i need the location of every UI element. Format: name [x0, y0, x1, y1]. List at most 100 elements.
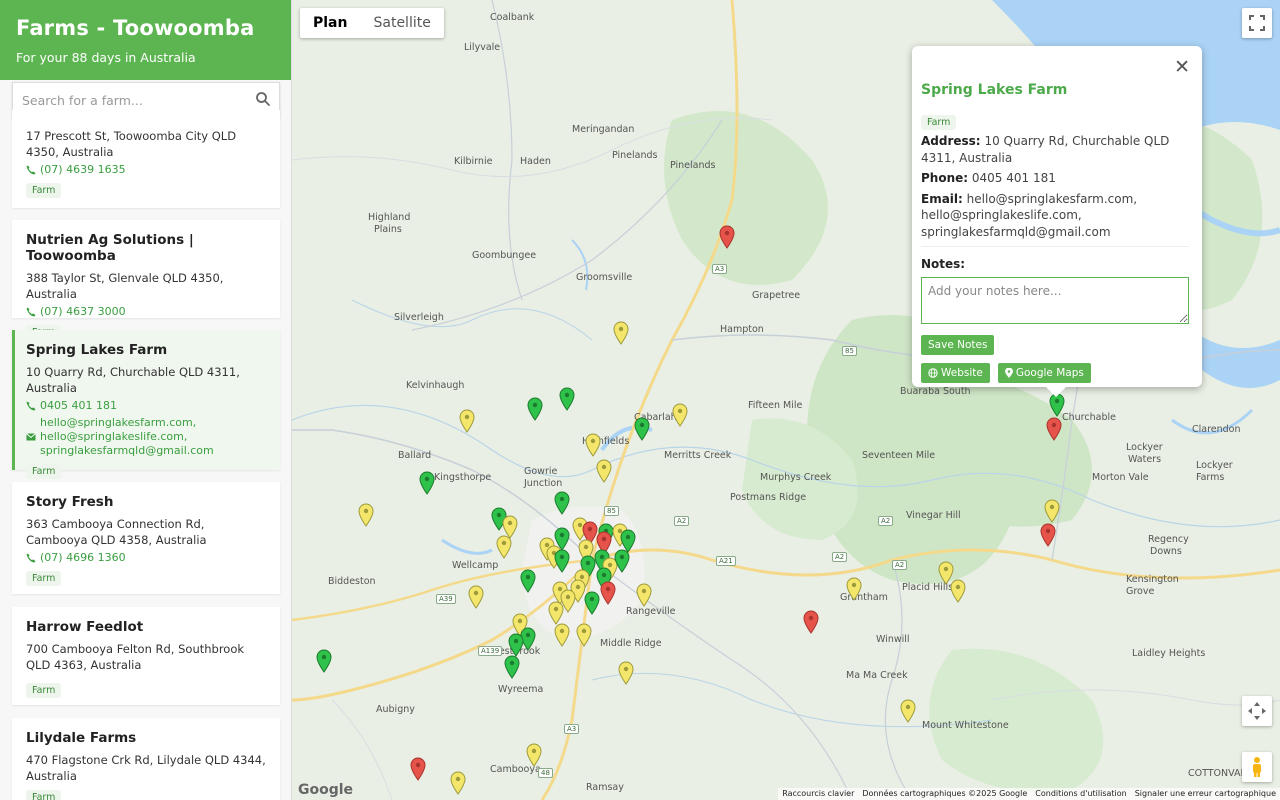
- phone-icon: [26, 553, 36, 563]
- farm-marker-yellow[interactable]: [358, 503, 374, 527]
- farm-card-selected[interactable]: Spring Lakes Farm 10 Quarry Rd, Churchab…: [12, 330, 280, 479]
- farm-address: 470 Flagstone Crk Rd, Lilydale QLD 4344,…: [26, 753, 266, 783]
- farm-name: Story Fresh: [26, 494, 114, 510]
- info-email-label: Email:: [921, 191, 963, 206]
- farm-card[interactable]: Nutrien Ag Solutions | Toowoomba 388 Tay…: [12, 220, 280, 340]
- farm-marker-yellow[interactable]: [672, 403, 688, 427]
- street-view-button[interactable]: [1242, 752, 1272, 782]
- sidebar-header: Farms - Toowoomba For your 88 days in Au…: [0, 0, 291, 80]
- farm-marker-yellow[interactable]: [526, 743, 542, 767]
- farm-address: 17 Prescott St, Toowoomba City QLD 4350,…: [26, 129, 237, 159]
- sidebar: Farms - Toowoomba For your 88 days in Au…: [0, 0, 292, 800]
- app: Farms - Toowoomba For your 88 days in Au…: [0, 0, 1280, 800]
- fullscreen-button[interactable]: [1242, 8, 1272, 38]
- farm-email-line[interactable]: hello@springlakeslife.com,: [40, 430, 214, 444]
- page-subtitle: For your 88 days in Australia: [16, 50, 196, 65]
- farm-marker-yellow[interactable]: [576, 623, 592, 647]
- close-icon[interactable]: ✕: [1174, 56, 1190, 78]
- farm-marker-green[interactable]: [634, 417, 650, 441]
- farm-marker-red[interactable]: [719, 225, 735, 249]
- farm-marker-yellow[interactable]: [468, 585, 484, 609]
- farm-marker-yellow[interactable]: [459, 409, 475, 433]
- phone-icon: [26, 165, 36, 175]
- farm-marker-green[interactable]: [559, 387, 575, 411]
- farm-name: Harrow Feedlot: [26, 619, 144, 635]
- farm-marker-yellow[interactable]: [585, 433, 601, 457]
- info-window: ✕ Spring Lakes Farm Farm Address: 10 Qua…: [912, 46, 1202, 397]
- info-email: Email: hello@springlakesfarm.com, hello@…: [921, 191, 1189, 241]
- terms-link[interactable]: Conditions d'utilisation: [1035, 789, 1126, 799]
- farm-marker-yellow[interactable]: [450, 771, 466, 795]
- farm-marker-yellow[interactable]: [1044, 499, 1060, 523]
- info-phone-value[interactable]: 0405 401 181: [972, 171, 1056, 185]
- map-footer: Raccourcis clavier Données cartographiqu…: [778, 788, 1280, 800]
- farm-marker-green[interactable]: [316, 649, 332, 673]
- farm-marker-yellow[interactable]: [938, 561, 954, 585]
- farm-marker-green[interactable]: [620, 529, 636, 553]
- farm-marker-yellow[interactable]: [613, 321, 629, 345]
- farm-marker-green[interactable]: [527, 397, 543, 421]
- farm-address: 10 Quarry Rd, Churchable QLD 4311, Austr…: [26, 365, 240, 395]
- google-logo: Google: [298, 782, 354, 798]
- envelope-icon: [26, 433, 36, 441]
- map-type-plan[interactable]: Plan: [300, 8, 360, 38]
- farm-phone-text: (07) 4639 1635: [40, 163, 126, 176]
- camera-control-button[interactable]: [1242, 696, 1272, 726]
- farm-email-line[interactable]: hello@springlakesfarm.com,: [40, 416, 196, 430]
- map[interactable]: Coalbank Lilyvale Meringandan Pinelands Pine…: [292, 0, 1280, 800]
- farm-tag: Farm: [26, 183, 62, 198]
- farm-marker-green[interactable]: [504, 655, 520, 679]
- farm-phone[interactable]: (07) 4637 3000: [26, 305, 266, 319]
- phone-icon: [26, 307, 36, 317]
- farm-marker-yellow[interactable]: [636, 583, 652, 607]
- farm-phone[interactable]: (07) 4639 1635: [26, 163, 266, 177]
- farm-marker-green[interactable]: [419, 471, 435, 495]
- farm-marker-yellow[interactable]: [596, 459, 612, 483]
- search-icon[interactable]: [255, 91, 271, 107]
- farm-marker-red[interactable]: [600, 581, 616, 605]
- farm-marker-green[interactable]: [520, 569, 536, 593]
- farm-marker-green[interactable]: [614, 549, 630, 573]
- farm-phone[interactable]: (07) 4696 1360: [26, 551, 266, 565]
- farm-marker-red[interactable]: [803, 610, 819, 634]
- farm-card[interactable]: 17 Prescott St, Toowoomba City QLD 4350,…: [12, 110, 280, 208]
- keyboard-shortcuts-link[interactable]: Raccourcis clavier: [782, 789, 854, 799]
- website-label: Website: [941, 367, 983, 379]
- notes-textarea[interactable]: [921, 277, 1189, 324]
- farm-marker-red[interactable]: [1046, 417, 1062, 441]
- google-maps-label: Google Maps: [1015, 367, 1084, 379]
- farm-phone-text: (07) 4637 3000: [40, 305, 126, 318]
- farm-marker-green[interactable]: [554, 491, 570, 515]
- info-title: Spring Lakes Farm: [921, 82, 1068, 98]
- farm-marker-red[interactable]: [1040, 523, 1056, 547]
- google-maps-button[interactable]: Google Maps: [997, 363, 1091, 383]
- farm-marker-yellow[interactable]: [502, 515, 518, 539]
- divider: [921, 246, 1189, 247]
- farm-marker-yellow[interactable]: [846, 577, 862, 601]
- farm-marker-red[interactable]: [410, 757, 426, 781]
- map-data-attribution: Données cartographiques ©2025 Google: [862, 789, 1028, 798]
- farm-address: 388 Taylor St, Glenvale QLD 4350, Austra…: [26, 271, 224, 301]
- farm-marker-green[interactable]: [554, 549, 570, 573]
- farm-marker-green[interactable]: [584, 591, 600, 615]
- farm-marker-yellow[interactable]: [900, 699, 916, 723]
- farm-phone[interactable]: 0405 401 181: [26, 399, 266, 413]
- report-error-link[interactable]: Signaler une erreur cartographique: [1135, 789, 1276, 799]
- farm-marker-yellow[interactable]: [548, 601, 564, 625]
- farm-marker-green[interactable]: [508, 633, 524, 657]
- farm-email-line[interactable]: springlakesfarmqld@gmail.com: [40, 444, 214, 458]
- map-type-satellite[interactable]: Satellite: [360, 8, 443, 38]
- farm-card[interactable]: Lilydale Farms 470 Flagstone Crk Rd, Lil…: [12, 718, 280, 800]
- farm-marker-yellow[interactable]: [496, 535, 512, 559]
- farm-card[interactable]: Harrow Feedlot 700 Cambooya Felton Rd, S…: [12, 607, 280, 705]
- map-pin-icon: [1004, 368, 1013, 378]
- farm-marker-yellow[interactable]: [618, 661, 634, 685]
- fullscreen-icon: [1249, 15, 1265, 31]
- farm-marker-yellow[interactable]: [554, 623, 570, 647]
- farm-email: hello@springlakeslife.com, springlakesfa…: [26, 430, 266, 458]
- website-button[interactable]: Website: [921, 363, 990, 383]
- farm-card[interactable]: Story Fresh 363 Cambooya Connection Rd, …: [12, 482, 280, 594]
- save-notes-button[interactable]: Save Notes: [921, 335, 995, 355]
- farm-marker-green[interactable]: [1049, 393, 1065, 417]
- farm-marker-yellow[interactable]: [950, 579, 966, 603]
